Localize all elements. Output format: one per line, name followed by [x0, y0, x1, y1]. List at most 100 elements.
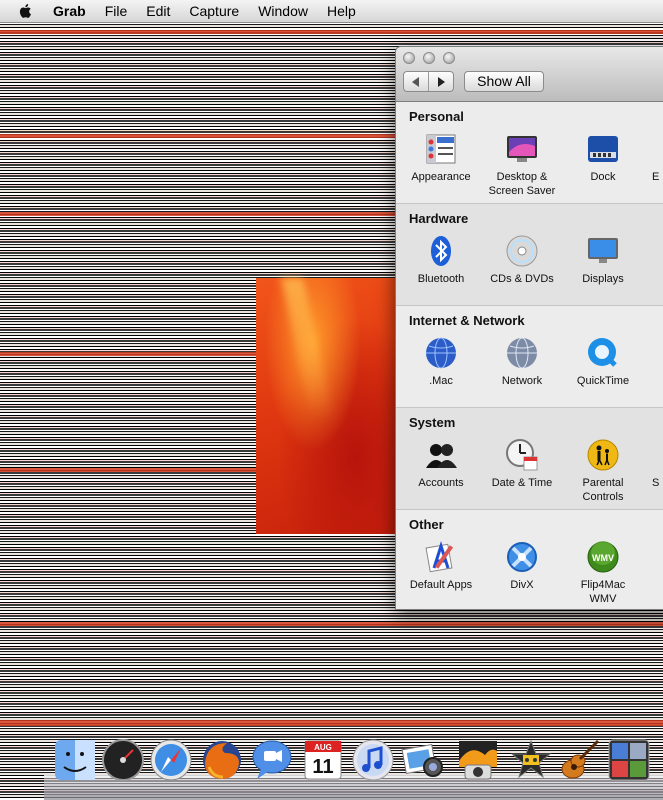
chevron-left-icon [412, 76, 419, 87]
pane-exposed-partial[interactable]: S [644, 438, 663, 490]
back-button[interactable] [404, 72, 428, 91]
default-apps-icon [425, 541, 454, 573]
globe-icon [426, 337, 456, 369]
safari-icon[interactable] [148, 737, 194, 783]
pane-parental-controls[interactable]: Parental Controls [563, 438, 643, 504]
forward-button[interactable] [428, 72, 453, 91]
pane-label: E [652, 171, 660, 183]
imovie-icon[interactable] [508, 737, 554, 783]
show-all-button[interactable]: Show All [464, 71, 544, 92]
section-system: System Accounts Date & Time Parental Con… [396, 408, 663, 510]
section-internet-network: Internet & Network .Mac Network QuickTim… [396, 306, 663, 408]
itunes-icon[interactable] [350, 737, 396, 783]
glitch-band [0, 134, 420, 138]
pane-label: Dock [590, 171, 616, 183]
section-personal: Personal Appearance Desktop & Screen Sav… [396, 102, 663, 204]
pane-label: QuickTime [576, 375, 630, 387]
back-forward-group [403, 71, 454, 92]
network-globe-icon [507, 337, 537, 369]
firefox-icon[interactable] [199, 737, 245, 783]
cd-icon [506, 235, 538, 267]
section-title: Hardware [409, 211, 469, 226]
ichat-icon[interactable] [249, 737, 295, 783]
accounts-icon [426, 444, 457, 468]
menu-capture[interactable]: Capture [189, 3, 239, 19]
desktop-photo [256, 278, 398, 534]
menu-bar: Grab File Edit Capture Window Help [0, 0, 663, 23]
pane-desktop-screen-saver[interactable]: Desktop & Screen Saver [482, 132, 562, 198]
section-title: Other [409, 517, 444, 532]
pane-default-apps[interactable]: Default Apps [401, 540, 481, 592]
glitch-band [0, 352, 300, 356]
pane-label: Bluetooth [417, 273, 465, 285]
pane-label: Date & Time [491, 477, 553, 489]
pane-label: Displays [582, 273, 624, 285]
pane-quicktime[interactable]: QuickTime [563, 336, 643, 388]
pane-label: Parental Controls [582, 477, 624, 503]
pane-label: Desktop & Screen Saver [488, 171, 556, 197]
window-titlebar[interactable]: Show All [396, 47, 663, 102]
menu-file[interactable]: File [105, 3, 128, 19]
pane-label: Accounts [418, 477, 464, 489]
iphoto-icon[interactable] [400, 737, 446, 783]
ical-icon[interactable]: AUG 11 [300, 737, 346, 783]
parental-controls-icon [587, 439, 619, 471]
svg-text:WMV: WMV [592, 553, 614, 563]
ical-month: AUG [314, 743, 332, 752]
pane-mac[interactable]: .Mac [401, 336, 481, 388]
garageband-icon[interactable] [556, 737, 602, 783]
section-title: System [409, 415, 456, 430]
pane-label: Default Apps [409, 579, 473, 591]
menu-app-grab[interactable]: Grab [53, 3, 86, 19]
menu-window[interactable]: Window [258, 3, 308, 19]
pane-cds-dvds[interactable]: CDs & DVDs [482, 234, 562, 286]
dock: AUG 11 [44, 733, 663, 800]
close-button[interactable] [403, 52, 415, 64]
section-title: Internet & Network [409, 313, 525, 328]
section-hardware: Hardware Bluetooth CDs & DVDs Displays [396, 204, 663, 306]
pane-exposed-partial[interactable]: E [644, 132, 663, 184]
divx-icon [507, 542, 537, 572]
pane-label: .Mac [429, 375, 453, 387]
pane-bluetooth[interactable]: Bluetooth [401, 234, 481, 286]
ical-day: 11 [312, 756, 333, 778]
glitch-band [0, 720, 663, 726]
system-preferences-window: Show All Personal Appearance Desktop & S… [395, 46, 663, 610]
pane-label: DivX [510, 579, 534, 591]
section-other: Other Default Apps DivX WMV Flip4Mac WMV [396, 510, 663, 609]
pane-label: Appearance [411, 171, 471, 183]
zoom-button[interactable] [443, 52, 455, 64]
menu-edit[interactable]: Edit [146, 3, 170, 19]
section-title: Personal [409, 109, 464, 124]
pane-label: Flip4Mac WMV [580, 579, 626, 605]
spaces-icon[interactable] [606, 737, 652, 783]
pane-divx[interactable]: DivX [482, 540, 562, 592]
pane-label: CDs & DVDs [490, 273, 554, 285]
pane-appearance[interactable]: Appearance [401, 132, 481, 184]
minimize-button[interactable] [423, 52, 435, 64]
chevron-right-icon [438, 76, 445, 87]
glitch-band [0, 30, 663, 34]
pane-accounts[interactable]: Accounts [401, 438, 481, 490]
quicktime-icon [588, 338, 617, 367]
pane-label: S [652, 477, 660, 489]
glitch-band [0, 622, 663, 626]
apple-icon[interactable] [17, 2, 35, 20]
pane-date-time[interactable]: Date & Time [482, 438, 562, 490]
pane-dock[interactable]: Dock [563, 132, 643, 184]
dashboard-icon[interactable] [100, 737, 146, 783]
photo-booth-icon[interactable] [455, 737, 501, 783]
dock-icon [588, 136, 618, 162]
pane-network[interactable]: Network [482, 336, 562, 388]
pane-label: Network [501, 375, 543, 387]
flip4mac-icon: WMV [587, 541, 619, 573]
finder-icon[interactable] [52, 737, 98, 783]
desktop-screen-saver-icon [507, 136, 537, 162]
display-icon [588, 238, 618, 263]
bluetooth-icon [431, 236, 451, 266]
menu-help[interactable]: Help [327, 3, 356, 19]
pane-flip4mac-wmv[interactable]: WMV Flip4Mac WMV [563, 540, 643, 606]
clock-icon [506, 439, 538, 471]
appearance-icon [426, 134, 456, 164]
pane-displays[interactable]: Displays [563, 234, 643, 286]
